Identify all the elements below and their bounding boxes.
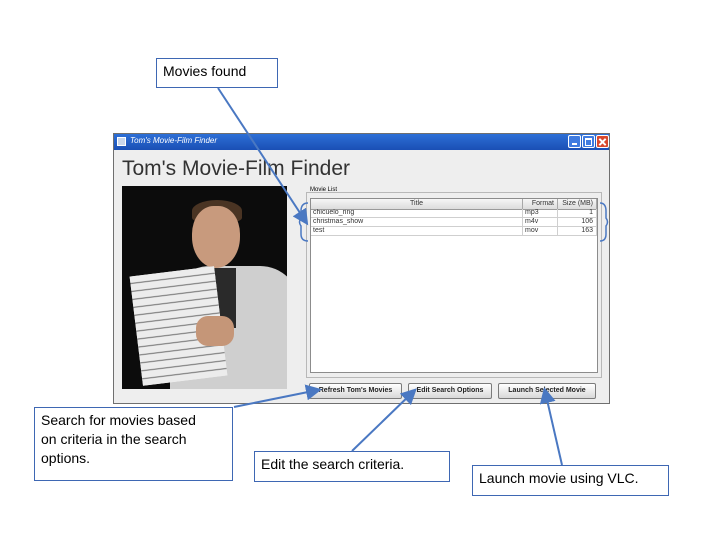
callout-edit: Edit the search criteria.	[254, 451, 450, 482]
table-row[interactable]: christmas_show m4v 106	[311, 218, 597, 227]
callout-search-line-1: Search for movies based	[41, 412, 196, 428]
callout-search-line-2: on criteria in the search	[41, 431, 187, 447]
cell-title: test	[311, 227, 523, 235]
cell-size: 1	[558, 209, 597, 217]
cell-format: m4v	[523, 218, 558, 226]
window-title: Tom's Movie-Film Finder	[130, 136, 218, 145]
callout-edit-text: Edit the search criteria.	[261, 456, 405, 472]
cell-title: chicuelo_ring	[311, 209, 523, 217]
edit-search-options-button[interactable]: Edit Search Options	[408, 383, 492, 399]
column-size[interactable]: Size (MB)	[558, 199, 597, 209]
app-heading: Tom's Movie-Film Finder	[122, 157, 351, 180]
movie-table[interactable]: Title Format Size (MB) chicuelo_ring mp3…	[310, 198, 598, 373]
portrait-image	[122, 186, 287, 389]
cell-title: christmas_show	[311, 218, 523, 226]
cell-format: mov	[523, 227, 558, 235]
cell-size: 163	[558, 227, 597, 235]
column-title[interactable]: Title	[311, 199, 523, 209]
cell-size: 106	[558, 218, 597, 226]
callout-movies-found: Movies found	[156, 58, 278, 88]
callout-launch: Launch movie using VLC.	[472, 465, 669, 496]
movie-list-label: Movie List	[310, 187, 338, 193]
table-row[interactable]: test mov 163	[311, 227, 597, 236]
callout-movies-found-text: Movies found	[163, 63, 247, 79]
maximize-icon[interactable]	[582, 135, 595, 148]
callout-search: Search for movies based on criteria in t…	[34, 407, 233, 481]
cell-format: mp3	[523, 209, 558, 217]
column-format[interactable]: Format	[523, 199, 558, 209]
launch-selected-movie-button[interactable]: Launch Selected Movie	[498, 383, 596, 399]
app-icon	[117, 137, 126, 146]
callout-search-line-3: options.	[41, 450, 91, 466]
app-window: Tom's Movie-Film Finder Tom's Movie-Film…	[113, 133, 610, 404]
callout-launch-text: Launch movie using VLC.	[479, 470, 639, 486]
close-icon[interactable]	[596, 135, 609, 148]
minimize-icon[interactable]	[568, 135, 581, 148]
table-row[interactable]: chicuelo_ring mp3 1	[311, 209, 597, 218]
title-bar[interactable]: Tom's Movie-Film Finder	[114, 134, 609, 150]
refresh-movies-button[interactable]: Refresh Tom's Movies	[309, 383, 402, 399]
